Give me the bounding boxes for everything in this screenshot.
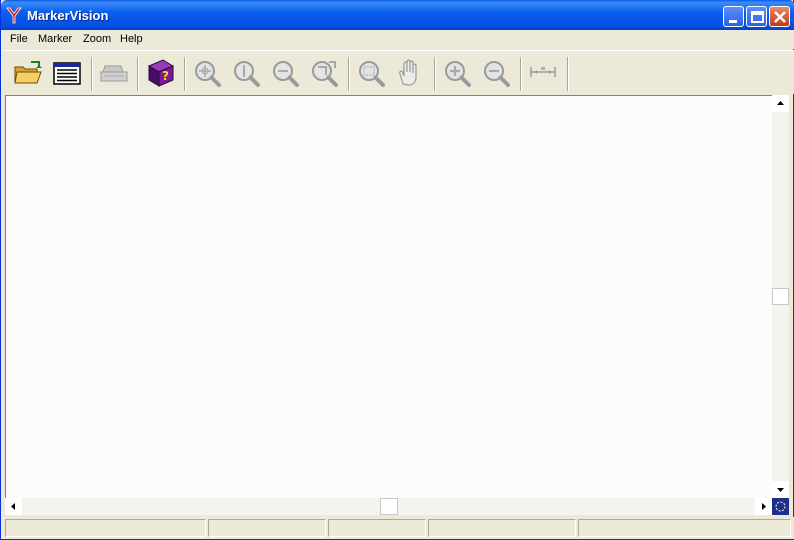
title-bar[interactable]: MarkerVision: [1, 0, 794, 30]
menu-bar: File Marker Zoom Help: [2, 30, 794, 49]
help-book-icon[interactable]: ?: [145, 58, 175, 88]
vertical-scrollbar[interactable]: [772, 95, 789, 498]
toolbar-separator: [184, 57, 186, 91]
close-icon: [774, 11, 786, 23]
print-icon[interactable]: [99, 58, 129, 88]
scroll-down-button[interactable]: [772, 481, 789, 498]
gear-icon: [775, 501, 786, 512]
toolbar-separator: [567, 57, 569, 91]
scroll-up-button[interactable]: [772, 95, 789, 112]
zoom-out-minus-icon[interactable]: [481, 58, 511, 88]
horizontal-scrollbar[interactable]: [5, 498, 772, 515]
toolbar-separator: [348, 57, 350, 91]
horizontal-scroll-thumb[interactable]: [380, 498, 398, 515]
status-panel: [328, 519, 426, 537]
menu-file[interactable]: File: [10, 33, 28, 45]
maximize-button[interactable]: [746, 6, 767, 27]
vertical-scroll-thumb[interactable]: [772, 288, 789, 305]
app-logo-icon: [6, 7, 22, 24]
toolbar-separator: [137, 57, 139, 91]
toolbar-separator: [520, 57, 522, 91]
scroll-left-button[interactable]: [5, 498, 22, 515]
scroll-right-icon: [762, 503, 766, 510]
zoom-fit-icon[interactable]: [231, 58, 261, 88]
menu-zoom[interactable]: Zoom: [83, 33, 111, 45]
zoom-out-icon[interactable]: [270, 58, 300, 88]
window-title: MarkerVision: [27, 8, 109, 23]
zoom-previous-icon[interactable]: [309, 58, 339, 88]
maximize-icon: [751, 11, 764, 23]
scroll-up-icon: [777, 101, 784, 105]
zoom-in-icon[interactable]: [192, 58, 222, 88]
app-window: MarkerVision File Marker Zoom Help ?: [0, 0, 794, 540]
zoom-window-icon[interactable]: [356, 58, 386, 88]
toolbar-separator: [434, 57, 436, 91]
status-panel: [5, 519, 206, 537]
status-bar: [2, 517, 794, 539]
minimize-button[interactable]: [723, 6, 744, 27]
svg-text:?: ?: [162, 69, 169, 83]
menu-marker[interactable]: Marker: [38, 33, 72, 45]
measure-icon[interactable]: [528, 58, 558, 88]
open-folder-icon[interactable]: [13, 58, 43, 88]
status-panel: [428, 519, 576, 537]
menu-help[interactable]: Help: [120, 33, 143, 45]
scroll-down-icon: [777, 488, 784, 492]
toolbar: ?: [2, 50, 794, 94]
minimize-icon: [729, 20, 737, 23]
scroll-right-button[interactable]: [755, 498, 772, 515]
scroll-left-icon: [11, 503, 15, 510]
pan-hand-icon[interactable]: [395, 58, 425, 88]
status-panel: [208, 519, 326, 537]
size-grip-corner[interactable]: [772, 498, 789, 515]
drawing-canvas[interactable]: [5, 95, 772, 498]
zoom-in-plus-icon[interactable]: [442, 58, 472, 88]
close-button[interactable]: [769, 6, 790, 27]
list-view-icon[interactable]: [52, 58, 82, 88]
status-panel: [578, 519, 791, 537]
toolbar-separator: [91, 57, 93, 91]
